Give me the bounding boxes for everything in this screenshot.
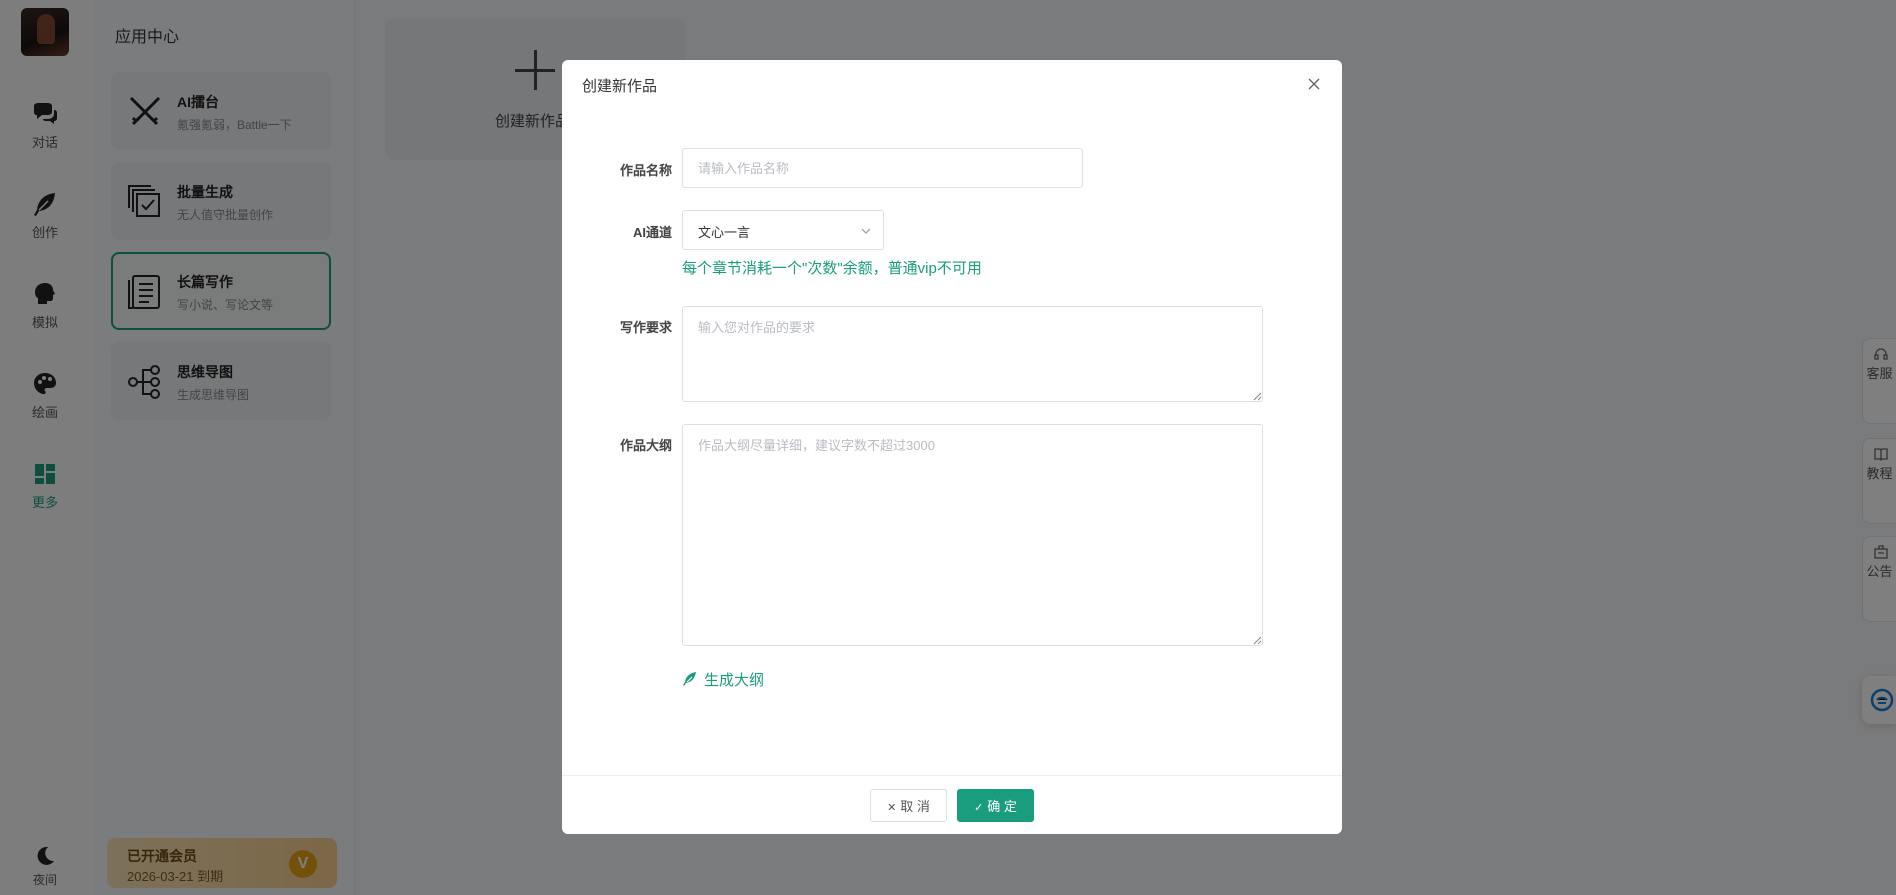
channel-hint: 每个章节消耗一个"次数"余额，普通vip不可用 [682,260,982,277]
close-icon[interactable] [1306,76,1322,92]
confirm-button[interactable]: ✓ 确 定 [957,789,1034,822]
requirement-textarea[interactable] [682,306,1263,402]
cancel-label: 取 消 [900,799,930,814]
chevron-down-icon [861,228,871,234]
resize-handle-icon[interactable] [1252,635,1262,645]
ai-channel-value: 文心一言 [698,225,751,240]
outline-label: 作品大纲 [619,438,672,453]
name-label: 作品名称 [619,163,672,178]
create-work-dialog: 创建新作品 作品名称 AI通道 文心一言 每个章节消耗一个"次数"余额，普通vi… [562,60,1342,834]
generate-outline-label: 生成大纲 [704,672,765,689]
channel-label: AI通道 [632,225,672,240]
confirm-label: 确 定 [987,799,1017,814]
resize-handle-icon[interactable] [1252,391,1262,401]
cancel-button[interactable]: ✕ 取 消 [870,789,947,822]
dialog-title: 创建新作品 [582,78,658,95]
outline-textarea[interactable] [682,424,1263,646]
requirement-label: 写作要求 [619,320,672,335]
ai-channel-select[interactable]: 文心一言 [682,210,884,250]
feather-icon [683,672,696,686]
work-name-input[interactable] [682,148,1083,188]
generate-outline-button[interactable]: 生成大纲 [682,669,764,690]
dialog-footer-divider [562,775,1342,776]
check-icon: ✓ [974,802,984,814]
close-icon: ✕ [887,802,897,814]
